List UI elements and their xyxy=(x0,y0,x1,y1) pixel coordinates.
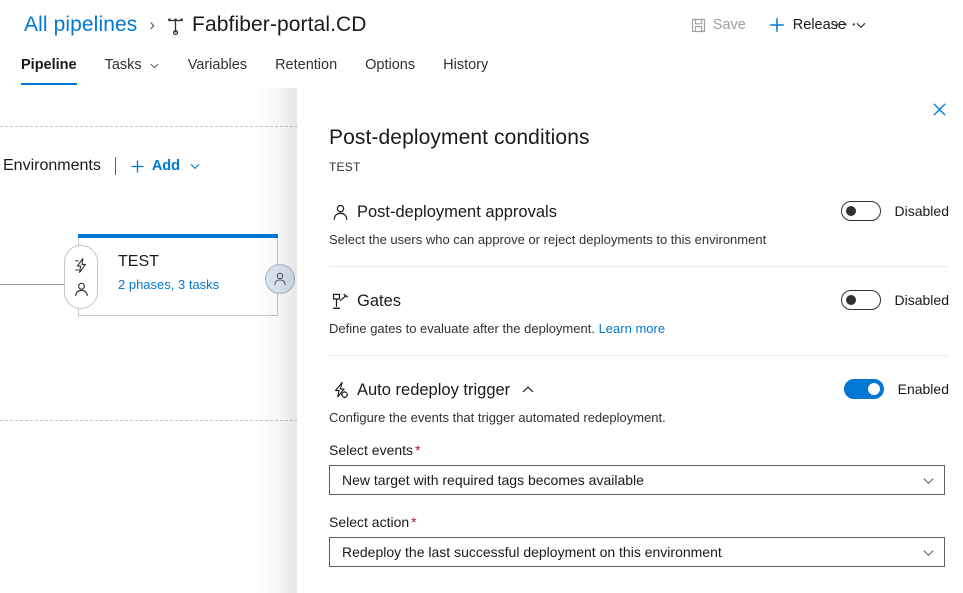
breadcrumb-all-pipelines-link[interactable]: All pipelines xyxy=(24,13,137,37)
field-select-action: Select action* Redeploy the last success… xyxy=(329,514,947,567)
tab-pipeline[interactable]: Pipeline xyxy=(21,52,77,85)
environment-card-content: TEST 2 phases, 3 tasks xyxy=(118,252,219,294)
gates-toggle-group: Disabled xyxy=(841,290,949,310)
tab-label: Pipeline xyxy=(21,57,77,73)
toggle-state-label: Disabled xyxy=(895,292,949,308)
auto-redeploy-trigger-toggle[interactable] xyxy=(844,379,884,399)
field-label: Select action* xyxy=(329,514,947,530)
tab-bar: Pipeline Tasks Variables Retention Optio… xyxy=(0,52,963,91)
divider xyxy=(115,157,116,175)
auto-redeploy-trigger-toggle-group: Enabled xyxy=(844,379,949,399)
select-events-dropdown[interactable]: New target with required tags becomes av… xyxy=(329,465,945,495)
breadcrumb: All pipelines › Fabfiber-portal.CD xyxy=(24,8,367,42)
tab-history[interactable]: History xyxy=(443,52,488,85)
gates-toggle[interactable] xyxy=(841,290,881,310)
close-icon[interactable] xyxy=(924,95,954,123)
select-action-dropdown[interactable]: Redeploy the last successful deployment … xyxy=(329,537,945,567)
more-actions-button[interactable]: ··· xyxy=(834,12,859,38)
tab-options[interactable]: Options xyxy=(365,52,415,85)
field-select-events: Select events* New target with required … xyxy=(329,442,947,495)
select-events-value: New target with required tags becomes av… xyxy=(342,472,644,488)
section-divider xyxy=(329,266,947,267)
panel-title: Post-deployment conditions xyxy=(329,126,590,150)
environments-label: Environments xyxy=(3,157,101,175)
page-title: Fabfiber-portal.CD xyxy=(192,13,367,37)
toggle-knob xyxy=(846,206,856,216)
section-description-text: Define gates to evaluate after the deplo… xyxy=(329,321,595,336)
post-deployment-approvals-toggle-group: Disabled xyxy=(841,201,949,221)
tab-tasks[interactable]: Tasks xyxy=(105,52,160,85)
panel-subtitle: TEST xyxy=(329,160,360,174)
plus-icon xyxy=(768,16,786,34)
toggle-knob xyxy=(846,295,856,305)
lightning-gear-icon xyxy=(329,381,351,400)
chevron-down-icon[interactable] xyxy=(922,474,935,487)
section-description: Configure the events that trigger automa… xyxy=(329,409,947,426)
environment-phases-link[interactable]: 2 phases, 3 tasks xyxy=(118,276,219,294)
environments-bar: Environments Add xyxy=(0,154,201,178)
chevron-down-icon[interactable] xyxy=(189,160,201,172)
tab-label: Tasks xyxy=(105,57,142,73)
field-label-text: Select events xyxy=(329,442,413,458)
learn-more-link[interactable]: Learn more xyxy=(599,321,665,336)
section-title: Auto redeploy trigger xyxy=(357,381,510,400)
section-title: Post-deployment approvals xyxy=(357,203,557,222)
section-description: Define gates to evaluate after the deplo… xyxy=(329,320,947,337)
required-marker: * xyxy=(411,514,416,530)
tab-label: Retention xyxy=(275,57,337,73)
environment-name: TEST xyxy=(118,252,219,272)
tab-label: History xyxy=(443,57,488,73)
post-deployment-conditions-badge[interactable] xyxy=(265,264,295,294)
save-button[interactable]: Save xyxy=(691,17,746,33)
breadcrumb-separator: › xyxy=(149,15,155,35)
save-disk-icon xyxy=(691,18,706,33)
tab-label: Variables xyxy=(188,57,247,73)
save-label: Save xyxy=(713,17,746,33)
toggle-state-label: Enabled xyxy=(898,381,949,397)
lightning-bolt-icon[interactable] xyxy=(73,257,90,274)
person-icon xyxy=(272,271,288,287)
person-icon xyxy=(329,203,351,222)
add-label: Add xyxy=(152,158,180,174)
post-deployment-approvals-toggle[interactable] xyxy=(841,201,881,221)
app-header: All pipelines › Fabfiber-portal.CD xyxy=(0,0,963,92)
section-description: Select the users who can approve or reje… xyxy=(329,231,947,248)
post-deployment-conditions-panel: Post-deployment conditions TEST Post-dep… xyxy=(297,88,963,593)
required-marker: * xyxy=(415,442,420,458)
tab-variables[interactable]: Variables xyxy=(188,52,247,85)
section-title: Gates xyxy=(357,292,401,311)
tab-retention[interactable]: Retention xyxy=(275,52,337,85)
gavel-icon xyxy=(329,292,351,311)
section-divider xyxy=(329,355,947,356)
environment-connector-line xyxy=(0,284,66,285)
pipeline-icon xyxy=(166,17,185,36)
chevron-up-icon[interactable] xyxy=(521,383,535,397)
person-icon[interactable] xyxy=(73,281,90,298)
add-environment-button[interactable]: Add xyxy=(129,158,201,175)
pre-deployment-conditions-pill[interactable] xyxy=(64,245,98,309)
plus-icon xyxy=(129,158,146,175)
field-label-text: Select action xyxy=(329,514,409,530)
toggle-state-label: Disabled xyxy=(895,203,949,219)
tab-label: Options xyxy=(365,57,415,73)
chevron-down-icon[interactable] xyxy=(922,546,935,559)
field-label: Select events* xyxy=(329,442,947,458)
toggle-knob xyxy=(868,383,880,395)
chevron-down-icon xyxy=(149,60,160,71)
select-action-value: Redeploy the last successful deployment … xyxy=(342,544,722,560)
